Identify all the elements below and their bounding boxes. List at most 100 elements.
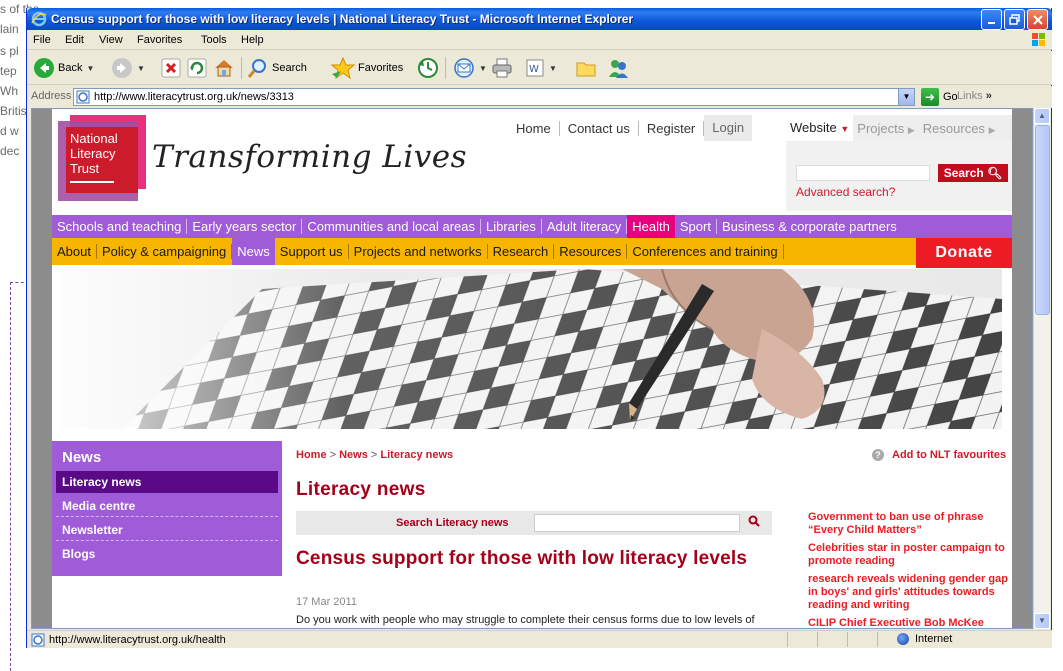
menu-view[interactable]: View — [99, 34, 123, 46]
favorites-button[interactable]: Favorites — [331, 56, 403, 80]
main-nav-policy[interactable]: Policy & campaigning — [97, 244, 233, 259]
main-nav-support[interactable]: Support us — [275, 244, 349, 259]
menu-edit[interactable]: Edit — [65, 34, 84, 46]
related-stories: Government to ban use of phrase “Every C… — [808, 511, 1012, 628]
windows-logo-icon — [1032, 33, 1045, 46]
toolbar-separator — [445, 57, 446, 79]
sector-nav-schools[interactable]: Schools and teaching — [52, 219, 188, 234]
top-link-home[interactable]: Home — [508, 120, 560, 136]
top-links: Home Contact us Register Login — [508, 115, 753, 141]
scroll-down-icon[interactable]: ▼ — [1034, 613, 1050, 629]
related-story-link[interactable]: Government to ban use of phrase “Every C… — [808, 511, 1012, 537]
top-link-register[interactable]: Register — [639, 120, 705, 136]
related-story-link[interactable]: research reveals widening gender gap in … — [808, 573, 1012, 612]
main-nav-news[interactable]: News — [232, 238, 275, 265]
ie-logo-icon — [31, 11, 47, 27]
go-button[interactable]: ➜ Go — [921, 88, 958, 106]
news-side-nav: News Literacy news Media centre Newslett… — [52, 441, 282, 576]
main-nav-resources[interactable]: Resources — [554, 244, 628, 259]
site-tab-resources[interactable]: Resources ▶ — [919, 121, 1000, 136]
site-search-input[interactable] — [796, 165, 930, 181]
dropdown-arrow-icon[interactable]: ▼ — [479, 64, 487, 73]
home-button[interactable] — [213, 56, 235, 80]
address-label: Address — [31, 90, 72, 102]
refresh-icon — [187, 58, 207, 78]
back-label: Back — [58, 62, 83, 74]
sector-nav-health[interactable]: Health — [627, 215, 675, 238]
history-button[interactable] — [417, 56, 439, 80]
related-story-link[interactable]: CILIP Chief Executive Bob McKee — [808, 617, 1012, 628]
main-nav-about[interactable]: About — [52, 244, 97, 259]
go-label: Go — [943, 91, 958, 103]
edit-button[interactable]: W ▼ — [525, 56, 557, 80]
site-tab-website[interactable]: Website ▼ — [786, 115, 854, 141]
messenger-button[interactable] — [607, 56, 629, 80]
maximize-button[interactable] — [1004, 9, 1025, 30]
sector-nav-libraries[interactable]: Libraries — [481, 219, 542, 234]
sector-nav-business[interactable]: Business & corporate partners — [717, 219, 902, 234]
main-nav-projects[interactable]: Projects and networks — [349, 244, 488, 259]
side-nav-literacy-news[interactable]: Literacy news — [56, 471, 278, 493]
back-button[interactable]: Back ▼ — [33, 56, 94, 80]
toolbar: Back ▼ ▼ Search Favorites ▼ W ▼ — [27, 51, 1052, 85]
scroll-thumb[interactable] — [1035, 125, 1050, 315]
mail-button[interactable]: ▼ — [453, 56, 487, 80]
menu-file[interactable]: File — [33, 34, 51, 46]
breadcrumb-home[interactable]: Home — [296, 449, 327, 461]
dropdown-arrow-icon[interactable]: ▼ — [86, 64, 94, 73]
chevron-down-icon: ▼ — [840, 124, 850, 134]
vertical-scrollbar[interactable]: ▲ ▼ — [1033, 108, 1050, 629]
sector-nav-communities[interactable]: Communities and local areas — [302, 219, 481, 234]
notes-button[interactable] — [575, 56, 597, 80]
menu-favorites[interactable]: Favorites — [137, 34, 182, 46]
site-search-panel: Search 🔍︎ Advanced search? — [786, 141, 1012, 211]
refresh-button[interactable] — [187, 56, 207, 80]
restore-icon — [1009, 14, 1020, 25]
sector-nav-early-years[interactable]: Early years sector — [187, 219, 303, 234]
menu-help[interactable]: Help — [241, 34, 264, 46]
home-icon — [215, 60, 233, 77]
search-icon — [247, 59, 266, 78]
address-dropdown-icon[interactable]: ▼ — [898, 89, 914, 105]
side-nav-blogs[interactable]: Blogs — [56, 543, 278, 565]
messenger-icon — [609, 60, 628, 78]
main-nav-conferences[interactable]: Conferences and training — [627, 244, 784, 259]
address-input[interactable]: http://www.literacytrust.org.uk/news/331… — [73, 88, 915, 106]
top-link-contact[interactable]: Contact us — [560, 120, 639, 136]
stop-button[interactable] — [161, 56, 181, 80]
breadcrumb-literacy-news[interactable]: Literacy news — [380, 449, 453, 461]
scroll-up-icon[interactable]: ▲ — [1034, 108, 1050, 124]
search-button[interactable]: Search — [247, 56, 307, 80]
news-search-input[interactable] — [534, 514, 740, 532]
dropdown-arrow-icon[interactable]: ▼ — [137, 64, 145, 73]
top-link-login[interactable]: Login — [704, 115, 753, 141]
tagline: Transforming Lives — [152, 139, 468, 175]
sector-nav-sport[interactable]: Sport — [675, 219, 717, 234]
menu-tools[interactable]: Tools — [201, 34, 227, 46]
bg-text-line: Wh — [0, 84, 18, 98]
nlt-logo[interactable]: National Literacy Trust — [58, 115, 146, 203]
title-bar[interactable]: Census support for those with low litera… — [27, 8, 1052, 30]
forward-button[interactable]: ▼ — [111, 56, 145, 80]
main-nav-research[interactable]: Research — [488, 244, 555, 259]
advanced-search-link[interactable]: Advanced search? — [796, 185, 895, 199]
status-url: http://www.literacytrust.org.uk/health — [49, 634, 226, 646]
side-nav-newsletter[interactable]: Newsletter — [56, 519, 278, 541]
dropdown-arrow-icon[interactable]: ▼ — [549, 64, 557, 73]
bg-text-line: Britis — [0, 104, 27, 118]
search-icon[interactable] — [748, 515, 760, 527]
close-button[interactable] — [1027, 9, 1048, 30]
links-button[interactable]: Links » — [957, 90, 992, 102]
related-story-link[interactable]: Celebrities star in poster campaign to p… — [808, 542, 1012, 568]
donate-button[interactable]: Donate — [916, 238, 1012, 268]
minimize-button[interactable] — [981, 9, 1002, 30]
site-search-button[interactable]: Search 🔍︎ — [938, 164, 1008, 182]
sector-nav-adult-literacy[interactable]: Adult literacy — [542, 219, 628, 234]
side-nav-media-centre[interactable]: Media centre — [56, 495, 278, 517]
bg-text-line: tep — [0, 64, 17, 78]
crossword-photo — [62, 269, 1002, 429]
site-tab-projects[interactable]: Projects ▶ — [853, 121, 919, 136]
print-button[interactable] — [491, 56, 513, 80]
add-to-favourites-link[interactable]: ? Add to NLT favourites — [872, 449, 1006, 461]
breadcrumb-news[interactable]: News — [339, 449, 368, 461]
